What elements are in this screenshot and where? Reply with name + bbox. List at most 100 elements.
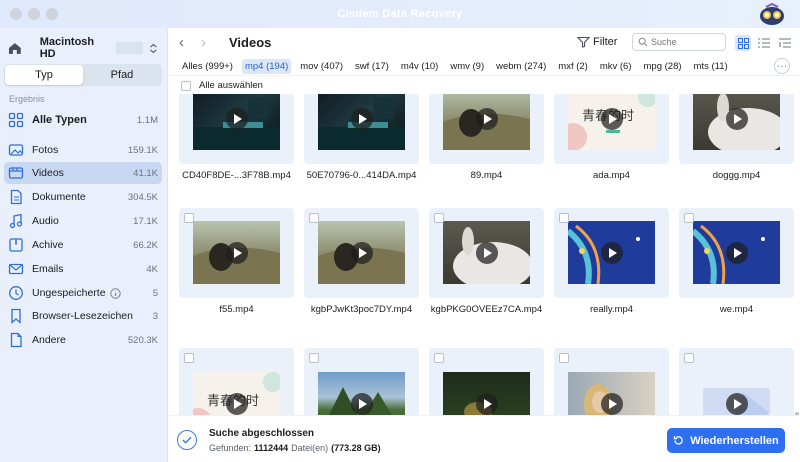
play-icon[interactable] (725, 392, 748, 415)
file-checkbox[interactable] (434, 213, 444, 223)
file-thumbnail[interactable] (429, 94, 544, 164)
file-thumbnail[interactable] (679, 94, 794, 164)
file-tile[interactable]: 青春的时 (179, 348, 294, 415)
sidebar-item-label: Videos (32, 167, 64, 179)
play-icon[interactable] (475, 108, 498, 130)
file-checkbox[interactable] (559, 353, 569, 363)
file-tile[interactable]: f55.mp4 (179, 208, 294, 315)
select-all[interactable]: Alle auswählen (181, 80, 263, 91)
found-count: 1112444 (254, 443, 289, 453)
file-tile[interactable] (554, 348, 669, 415)
sidebar-item-label: Browser-Lesezeichen (32, 310, 133, 322)
filetab-webm[interactable]: webm (274) (493, 59, 549, 74)
sidebar-item-browser-lesezeichen[interactable]: Browser-Lesezeichen 3 (4, 305, 162, 327)
file-tile[interactable]: kgbPJwKt3poc7DY.mp4 (304, 208, 419, 315)
file-checkbox[interactable] (684, 353, 694, 363)
search-input[interactable] (651, 37, 721, 47)
search-box[interactable] (632, 33, 726, 51)
file-thumbnail[interactable]: 青春的时 (554, 94, 669, 164)
play-icon[interactable] (475, 392, 498, 415)
sidebar-item-ungespeicherte[interactable]: Ungespeicherte 5 (4, 282, 162, 304)
filetab-mov[interactable]: mov (407) (297, 59, 346, 74)
back-button[interactable]: ‹ (179, 35, 191, 50)
play-icon[interactable] (600, 392, 623, 415)
file-thumbnail[interactable] (179, 94, 294, 164)
file-thumbnail[interactable] (179, 208, 294, 298)
file-thumbnail[interactable] (554, 208, 669, 298)
file-tile[interactable] (679, 348, 794, 415)
file-tile[interactable]: 50E70796-0...414DA.mp4 (304, 94, 419, 181)
file-checkbox[interactable] (684, 213, 694, 223)
filetab-mp4[interactable]: mp4 (194) (241, 59, 292, 74)
tab-typ[interactable]: Typ (5, 65, 83, 85)
sidebar-item-fotos[interactable]: Fotos 159.1K (4, 139, 162, 161)
filetab-swf[interactable]: swf (17) (352, 59, 392, 74)
recover-button[interactable]: Wiederherstellen (667, 428, 785, 453)
file-checkbox[interactable] (184, 213, 194, 223)
file-checkbox[interactable] (434, 353, 444, 363)
more-options-button[interactable]: … (774, 58, 790, 74)
filetab-mxf[interactable]: mxf (2) (555, 59, 591, 74)
play-icon[interactable] (350, 392, 373, 415)
file-tile[interactable]: 青春的时 ada.mp4 (554, 94, 669, 181)
file-thumbnail[interactable] (554, 348, 669, 415)
close-window-button[interactable] (10, 8, 22, 20)
sidebar-item-alle-typen[interactable]: Alle Typen 1.1M (4, 109, 162, 131)
play-icon[interactable] (725, 108, 748, 130)
sidebar-item-andere[interactable]: Andere 520.3K (4, 329, 162, 351)
play-icon[interactable] (225, 392, 248, 415)
file-thumbnail[interactable]: 青春的时 (179, 348, 294, 415)
sidebar-item-emails[interactable]: Emails 4K (4, 258, 162, 280)
file-tile[interactable] (429, 348, 544, 415)
play-icon[interactable] (350, 108, 373, 130)
file-checkbox[interactable] (309, 353, 319, 363)
filetab-mkv[interactable]: mkv (6) (597, 59, 635, 74)
play-icon[interactable] (350, 242, 373, 264)
file-checkbox[interactable] (309, 213, 319, 223)
sidebar-item-count: 1.1M (136, 114, 158, 126)
forward-button[interactable]: › (201, 35, 213, 50)
tab-pfad[interactable]: Pfad (83, 65, 161, 85)
file-tile[interactable]: kgbPKG0OVEEz7CA.mp4 (429, 208, 544, 315)
minimize-window-button[interactable] (28, 8, 40, 20)
filetab-alles[interactable]: Alles (999+) (179, 59, 236, 74)
file-thumbnail[interactable] (679, 348, 794, 415)
sidebar-item-dokumente[interactable]: Dokumente 304.5K (4, 186, 162, 208)
sidebar-item-audio[interactable]: Audio 17.1K (4, 210, 162, 232)
select-all-checkbox[interactable] (181, 80, 191, 91)
file-checkbox[interactable] (559, 213, 569, 223)
file-tile[interactable]: doggg.mp4 (679, 94, 794, 181)
file-tile[interactable]: CD40F8DE-...3F78B.mp4 (179, 94, 294, 181)
file-thumbnail[interactable] (304, 348, 419, 415)
play-icon[interactable] (600, 242, 623, 264)
column-view-button[interactable] (777, 35, 793, 51)
info-icon[interactable] (109, 287, 121, 299)
grid-view-button[interactable] (735, 35, 751, 51)
file-thumbnail[interactable] (429, 348, 544, 415)
file-tile[interactable] (304, 348, 419, 415)
sidebar-item-achive[interactable]: Achive 66.2K (4, 234, 162, 256)
disk-selector[interactable]: Macintosh HD (8, 36, 158, 60)
sidebar-item-videos[interactable]: Videos 41.1K (4, 162, 162, 184)
play-icon[interactable] (600, 108, 623, 130)
list-view-button[interactable] (756, 35, 772, 51)
file-thumbnail[interactable] (304, 208, 419, 298)
file-tile[interactable]: 89.mp4 (429, 94, 544, 181)
filetab-m4v[interactable]: m4v (10) (398, 59, 441, 74)
play-icon[interactable] (475, 242, 498, 264)
file-thumbnail[interactable] (304, 94, 419, 164)
play-icon[interactable] (725, 242, 748, 264)
check-circle-icon (177, 430, 197, 450)
file-tile[interactable]: we.mp4 (679, 208, 794, 315)
filetab-mpg[interactable]: mpg (28) (641, 59, 685, 74)
filetab-wmv[interactable]: wmv (9) (447, 59, 487, 74)
filetab-mts[interactable]: mts (11) (691, 59, 731, 74)
play-icon[interactable] (225, 108, 248, 130)
zoom-window-button[interactable] (46, 8, 58, 20)
filter-button[interactable]: Filter (577, 36, 617, 48)
file-checkbox[interactable] (184, 353, 194, 363)
play-icon[interactable] (225, 242, 248, 264)
file-thumbnail[interactable] (679, 208, 794, 298)
file-tile[interactable]: really.mp4 (554, 208, 669, 315)
file-thumbnail[interactable] (429, 208, 544, 298)
